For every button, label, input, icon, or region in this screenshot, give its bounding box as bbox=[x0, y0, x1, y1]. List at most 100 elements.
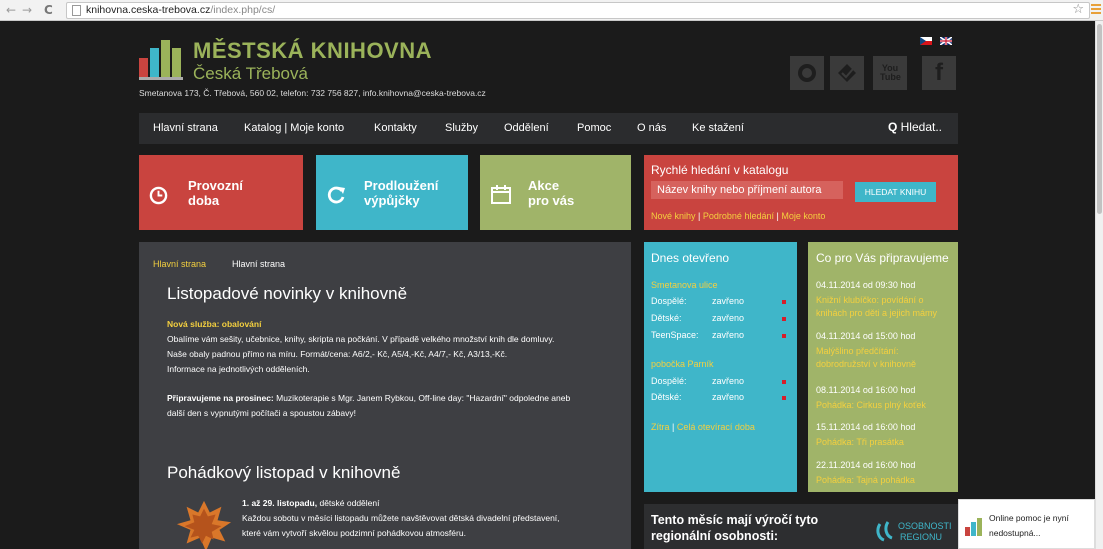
full-hours-link[interactable]: Celá otevírací doba bbox=[677, 422, 755, 432]
branch-name: pobočka Parník bbox=[651, 359, 714, 369]
article-text: Připravujeme na prosinec: Muzikoterapie … bbox=[167, 393, 571, 403]
opening-links: Zítra | Celá otevírací doba bbox=[651, 422, 755, 432]
refresh-icon bbox=[327, 186, 345, 204]
main-content: Hlavní strana Hlavní strana Listopadové … bbox=[139, 242, 631, 549]
closed-status-icon bbox=[782, 300, 786, 304]
branch-name: Smetanova ulice bbox=[651, 280, 718, 290]
article-text: Informace na jednotlivých odděleních. bbox=[167, 364, 310, 374]
event-date: 08.11.2014 od 16:00 hod bbox=[816, 385, 916, 395]
personalities-title: Tento měsíc mají výročí tyto regionální o… bbox=[651, 513, 819, 543]
my-account-link[interactable]: Moje konto bbox=[781, 211, 825, 221]
article-text: další den s vypnutými počítači a spousto… bbox=[167, 408, 356, 418]
advanced-search-link[interactable]: Podrobné hledání bbox=[703, 211, 774, 221]
opening-row: Dospělé: zavřeno bbox=[651, 376, 786, 386]
event-date: 22.11.2014 od 16:00 hod bbox=[816, 460, 916, 470]
page-scrollbar[interactable] bbox=[1095, 21, 1103, 549]
url-text: knihovna.ceska-trebova.cz/index.php/cs/ bbox=[86, 4, 276, 16]
calendar-icon bbox=[491, 185, 511, 204]
tile-opening-hours[interactable]: Provozní doba bbox=[139, 155, 303, 230]
nav-item-contacts[interactable]: Kontakty bbox=[374, 122, 417, 134]
nav-item-help[interactable]: Pomoc bbox=[577, 122, 611, 134]
globe-icon[interactable] bbox=[790, 56, 824, 90]
chat-logo-icon bbox=[965, 516, 985, 536]
search-icon: Q bbox=[887, 120, 898, 134]
opening-row: Dětské: zavřeno bbox=[651, 392, 786, 402]
opening-row: Dětské: zavřeno bbox=[651, 313, 786, 323]
upcoming-events-panel: Co pro Vás připravujeme 04.11.2014 od 09… bbox=[808, 242, 958, 492]
opening-row: TeenSpace: zavřeno bbox=[651, 330, 786, 340]
uk-flag-icon[interactable] bbox=[940, 37, 952, 45]
personalities-logo-icon[interactable]: OSOBNOSTI REGIONU bbox=[876, 516, 956, 546]
nav-item-services[interactable]: Služby bbox=[445, 122, 478, 134]
tile-label: Prodloužení výpůjčky bbox=[364, 178, 439, 208]
event-link[interactable]: Knižní klubíčko: povídání o knihách pro d… bbox=[816, 294, 956, 320]
scrollbar-thumb[interactable] bbox=[1097, 24, 1102, 214]
breadcrumb-current: Hlavní strana bbox=[232, 259, 286, 269]
quick-search-links: Nové knihy | Podrobné hledání | Moje kon… bbox=[651, 211, 826, 221]
czech-flag-icon[interactable] bbox=[920, 37, 932, 45]
article-title[interactable]: Listopadové novinky v knihovně bbox=[167, 284, 407, 304]
event-date: 04.11.2014 od 09:30 hod bbox=[816, 280, 916, 290]
article-text: Každou sobotu v měsíci listopadu můžete … bbox=[242, 513, 560, 523]
back-icon[interactable]: ← bbox=[6, 2, 16, 18]
site-subtitle: Česká Třebová bbox=[193, 64, 308, 83]
article-text: Naše obaly padnou přímo na míru. Formát/… bbox=[167, 349, 508, 359]
site-title[interactable]: MĚSTSKÁ KNIHOVNA bbox=[193, 38, 432, 64]
nav-item-downloads[interactable]: Ke stažení bbox=[692, 122, 744, 134]
autumn-leaf-image bbox=[176, 500, 232, 549]
tomorrow-link[interactable]: Zítra bbox=[651, 422, 670, 432]
new-books-link[interactable]: Nové knihy bbox=[651, 211, 696, 221]
browser-toolbar: ← → C knihovna.ceska-trebova.cz/index.ph… bbox=[0, 0, 1103, 21]
article-text: Obalíme vám sešity, učebnice, knihy, skr… bbox=[167, 334, 555, 344]
svg-text:OSOBNOSTI: OSOBNOSTI bbox=[898, 521, 952, 531]
event-date: 04.11.2014 od 15:00 hod bbox=[816, 331, 916, 341]
upcoming-events-title: Co pro Vás připravujeme bbox=[816, 251, 949, 265]
article-text: 1. až 29. listopadu, dětské oddělení bbox=[242, 498, 380, 508]
search-book-button[interactable]: HLEDAT KNIHU bbox=[855, 182, 936, 202]
opening-row: Dospělé: zavřeno bbox=[651, 296, 786, 306]
event-link[interactable]: Malýšlino předčítání: dobrodružství v kni… bbox=[816, 345, 956, 371]
reload-icon[interactable]: C bbox=[44, 2, 53, 18]
event-link[interactable]: Pohádka: Tajná pohádka bbox=[816, 474, 956, 487]
quick-catalog-search: Rychlé hledání v katalogu Název knihy ne… bbox=[644, 155, 958, 230]
catalog-search-input[interactable]: Název knihy nebo příjmení autora bbox=[651, 181, 843, 199]
main-navigation: Hlavní strana Katalog | Moje konto Konta… bbox=[139, 113, 958, 144]
event-link[interactable]: Pohádka: Tři prasátka bbox=[816, 436, 956, 449]
browser-menu-icon[interactable] bbox=[1091, 2, 1101, 16]
facebook-icon[interactable]: f bbox=[922, 56, 956, 90]
svg-text:REGIONU: REGIONU bbox=[900, 532, 942, 542]
tile-events[interactable]: Akce pro vás bbox=[480, 155, 631, 230]
contact-address: Smetanova 173, Č. Třebová, 560 02, telef… bbox=[139, 88, 486, 98]
address-bar[interactable]: knihovna.ceska-trebova.cz/index.php/cs/ … bbox=[66, 2, 1090, 19]
quick-search-title: Rychlé hledání v katalogu bbox=[651, 163, 789, 177]
tile-renewal[interactable]: Prodloužení výpůjčky bbox=[316, 155, 468, 230]
bookmark-star-icon[interactable]: ☆ bbox=[1072, 2, 1084, 17]
library-logo-icon[interactable] bbox=[139, 40, 184, 80]
nav-item-departments[interactable]: Oddělení bbox=[504, 122, 549, 134]
nav-item-catalog[interactable]: Katalog | Moje konto bbox=[244, 122, 344, 134]
nav-item-about[interactable]: O nás bbox=[637, 122, 666, 134]
nav-item-home[interactable]: Hlavní strana bbox=[153, 122, 218, 134]
search-link[interactable]: Q Hledat.. bbox=[888, 120, 942, 134]
today-open-title: Dnes otevřeno bbox=[651, 251, 730, 265]
tile-label: Akce pro vás bbox=[528, 178, 575, 208]
article-highlight: Nová služba: obalování bbox=[167, 319, 262, 329]
tile-label: Provozní doba bbox=[188, 178, 243, 208]
closed-status-icon bbox=[782, 380, 786, 384]
bookmark-icon[interactable] bbox=[830, 56, 864, 90]
regional-personalities-panel: Tento měsíc mají výročí tyto regionální o… bbox=[644, 504, 958, 549]
breadcrumb-home[interactable]: Hlavní strana bbox=[153, 259, 206, 269]
forward-icon[interactable]: → bbox=[22, 2, 32, 18]
event-link[interactable]: Pohádka: Cirkus plný koťek bbox=[816, 399, 956, 412]
article-text: které vám vytvoří skvělou podzimní pohád… bbox=[242, 528, 466, 538]
closed-status-icon bbox=[782, 396, 786, 400]
article-title[interactable]: Pohádkový listopad v knihovně bbox=[167, 463, 400, 483]
today-open-panel: Dnes otevřeno Smetanova ulice Dospělé: za… bbox=[644, 242, 797, 492]
online-help-widget[interactable]: Online pomoc je nyní nedostupná... bbox=[958, 499, 1095, 549]
closed-status-icon bbox=[782, 334, 786, 338]
clock-icon bbox=[149, 186, 168, 205]
event-date: 15.11.2014 od 16:00 hod bbox=[816, 422, 916, 432]
youtube-icon[interactable]: You Tube bbox=[873, 56, 907, 90]
closed-status-icon bbox=[782, 317, 786, 321]
online-help-status: Online pomoc je nyní nedostupná... bbox=[989, 513, 1069, 538]
